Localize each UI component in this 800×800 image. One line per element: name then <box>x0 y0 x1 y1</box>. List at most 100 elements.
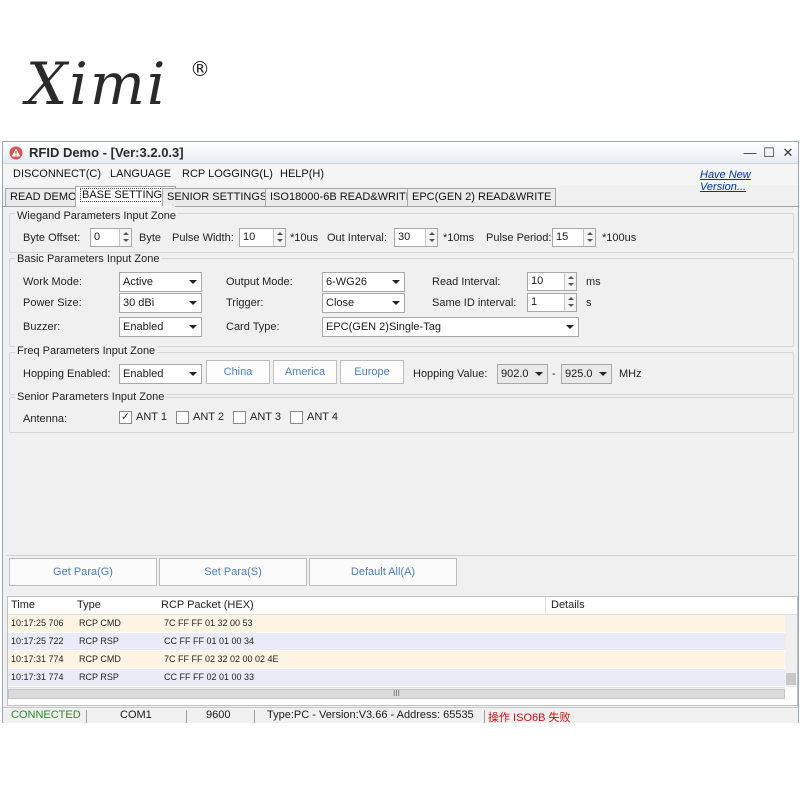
app-window: RFID Demo - [Ver:3.2.0.3] — ☐ ✕ DISCONNE… <box>2 141 799 724</box>
title-bar: RFID Demo - [Ver:3.2.0.3] — ☐ ✕ <box>3 142 798 164</box>
power-size-select[interactable]: 30 dBi <box>119 293 202 313</box>
spinner-arrows-icon[interactable] <box>425 229 437 246</box>
log-row[interactable]: 10:17:31 774 RCP RSP CC FF FF 02 01 00 33 <box>8 669 785 686</box>
byte-offset-unit: Byte <box>139 232 162 244</box>
base-settings-panel: Wiegand Parameters Input Zone Byte Offse… <box>7 207 796 587</box>
ant4-checkbox[interactable] <box>290 411 303 424</box>
menu-disconnect[interactable]: DISCONNECT(C) <box>13 168 101 180</box>
out-interval-spinner[interactable]: 30 <box>394 228 438 247</box>
hopping-enabled-value: Enabled <box>123 368 164 380</box>
spinner-arrows-icon[interactable] <box>273 229 285 246</box>
registered-mark: ® <box>190 57 210 81</box>
byte-offset-value: 0 <box>94 231 101 243</box>
dropdown-arrow-icon[interactable] <box>388 294 404 312</box>
same-id-interval-value: 1 <box>531 296 538 308</box>
ant4-label: ANT 4 <box>307 411 338 423</box>
pulse-period-spinner[interactable]: 15 <box>552 228 596 247</box>
menu-language[interactable]: LANGUAGE <box>110 168 171 180</box>
log-row[interactable]: 10:17:25 706 RCP CMD 7C FF FF 01 32 00 53 <box>8 615 785 632</box>
read-interval-unit: ms <box>586 276 601 288</box>
minimize-button[interactable]: — <box>741 144 759 161</box>
horizontal-scroll-thumb[interactable]: III <box>8 689 785 699</box>
dropdown-arrow-icon[interactable] <box>531 365 547 383</box>
dropdown-arrow-icon[interactable] <box>185 365 201 383</box>
spinner-arrows-icon[interactable] <box>119 229 131 246</box>
close-button[interactable]: ✕ <box>779 144 797 161</box>
ant3-checkbox[interactable] <box>233 411 246 424</box>
byte-offset-spinner[interactable]: 0 <box>90 228 132 247</box>
dropdown-arrow-icon[interactable] <box>185 318 201 336</box>
spinner-arrows-icon[interactable] <box>564 273 576 290</box>
america-button[interactable]: America <box>273 360 337 384</box>
log-cell-packet: 7C FF FF 02 32 02 00 02 4E <box>164 654 279 664</box>
spinner-arrows-icon[interactable] <box>564 294 576 311</box>
dropdown-arrow-icon[interactable] <box>388 273 404 291</box>
ant1-checkbox[interactable]: ✓ <box>119 411 132 424</box>
get-para-button[interactable]: Get Para(G) <box>9 558 157 586</box>
ant2-checkbox[interactable] <box>176 411 189 424</box>
log-row[interactable]: 10:17:31 774 RCP CMD 7C FF FF 02 32 02 00 … <box>8 651 785 668</box>
menu-help[interactable]: HELP(H) <box>280 168 324 180</box>
ant1-label: ANT 1 <box>136 411 167 423</box>
card-type-value: EPC(GEN 2)Single-Tag <box>326 321 441 333</box>
trigger-select[interactable]: Close <box>322 293 405 313</box>
log-horizontal-scrollbar[interactable]: III <box>8 687 785 699</box>
same-id-interval-spinner[interactable]: 1 <box>527 293 577 312</box>
log-cell-packet: CC FF FF 02 01 00 33 <box>164 672 255 682</box>
tab-iso18000-6b[interactable]: ISO18000-6B READ&WRITE <box>265 188 419 206</box>
dropdown-arrow-icon[interactable] <box>185 294 201 312</box>
output-mode-value: 6-WG26 <box>326 276 367 288</box>
brand-logo: Ximi ® <box>22 48 222 118</box>
log-header-type[interactable]: Type <box>77 599 101 611</box>
log-header-packet[interactable]: RCP Packet (HEX) <box>161 599 254 611</box>
hop-unit: MHz <box>619 368 642 380</box>
work-mode-select[interactable]: Active <box>119 272 202 292</box>
card-type-select[interactable]: EPC(GEN 2)Single-Tag <box>322 317 579 337</box>
tab-senior-settings[interactable]: SENIOR SETTINGS <box>162 188 273 206</box>
log-header-time[interactable]: Time <box>11 599 35 611</box>
hop-to-select[interactable]: 925.0 <box>561 364 612 384</box>
status-divider <box>254 710 255 723</box>
com-port: COM1 <box>120 709 152 721</box>
menu-rcp-logging[interactable]: RCP LOGGING(L) <box>182 168 273 180</box>
output-mode-select[interactable]: 6-WG26 <box>322 272 405 292</box>
log-cell-time: 10:17:25 722 <box>11 636 64 646</box>
tab-epc-gen2[interactable]: EPC(GEN 2) READ&WRITE <box>407 188 557 206</box>
antenna-label: Antenna: <box>23 413 68 425</box>
window-title: RFID Demo - [Ver:3.2.0.3] <box>29 145 184 160</box>
maximize-button[interactable]: ☐ <box>760 144 778 161</box>
read-interval-spinner[interactable]: 10 <box>527 272 577 291</box>
tab-bar: READ DEMO BASE SETTINGS SENIOR SETTINGS … <box>3 186 798 207</box>
pulse-period-value: 15 <box>556 231 569 243</box>
dropdown-arrow-icon[interactable] <box>595 365 611 383</box>
status-divider <box>186 710 187 723</box>
buzzer-select[interactable]: Enabled <box>119 317 202 337</box>
tab-label: BASE SETTINGS <box>80 188 172 202</box>
trigger-value: Close <box>326 297 355 309</box>
hop-from-select[interactable]: 902.0 <box>497 364 548 384</box>
work-mode-value: Active <box>123 276 153 288</box>
tab-read-demo[interactable]: READ DEMO <box>5 188 82 206</box>
log-header-details[interactable]: Details <box>551 599 585 611</box>
hopping-enabled-select[interactable]: Enabled <box>119 364 202 384</box>
tab-label: READ DEMO <box>10 191 77 203</box>
antenna-checkbox-group: ✓ ANT 1 ANT 2 ANT 3 ANT 4 <box>119 410 369 426</box>
spinner-arrows-icon[interactable] <box>583 229 595 246</box>
set-para-button[interactable]: Set Para(S) <box>159 558 307 586</box>
pulse-width-spinner[interactable]: 10 <box>239 228 286 247</box>
rcp-log-table[interactable]: Time Type RCP Packet (HEX) Details 10:17… <box>7 596 798 706</box>
dropdown-arrow-icon[interactable] <box>562 318 578 336</box>
china-button[interactable]: China <box>206 360 270 384</box>
baud-rate: 9600 <box>206 709 231 721</box>
pulse-period-label: Pulse Period: <box>486 232 552 244</box>
log-row[interactable]: 10:17:25 722 RCP RSP CC FF FF 01 01 00 34 <box>8 633 785 650</box>
dropdown-arrow-icon[interactable] <box>185 273 201 291</box>
europe-button[interactable]: Europe <box>340 360 404 384</box>
log-vertical-scrollbar[interactable] <box>785 615 797 687</box>
log-cell-packet: CC FF FF 01 01 00 34 <box>164 636 255 646</box>
pulse-period-unit: *100us <box>602 232 637 244</box>
vertical-scroll-thumb[interactable] <box>786 673 796 685</box>
pulse-width-label: Pulse Width: <box>172 232 234 244</box>
status-bar: CONNECTED COM1 9600 Type:PC - Version:V3… <box>3 707 798 724</box>
default-all-button[interactable]: Default All(A) <box>309 558 457 586</box>
